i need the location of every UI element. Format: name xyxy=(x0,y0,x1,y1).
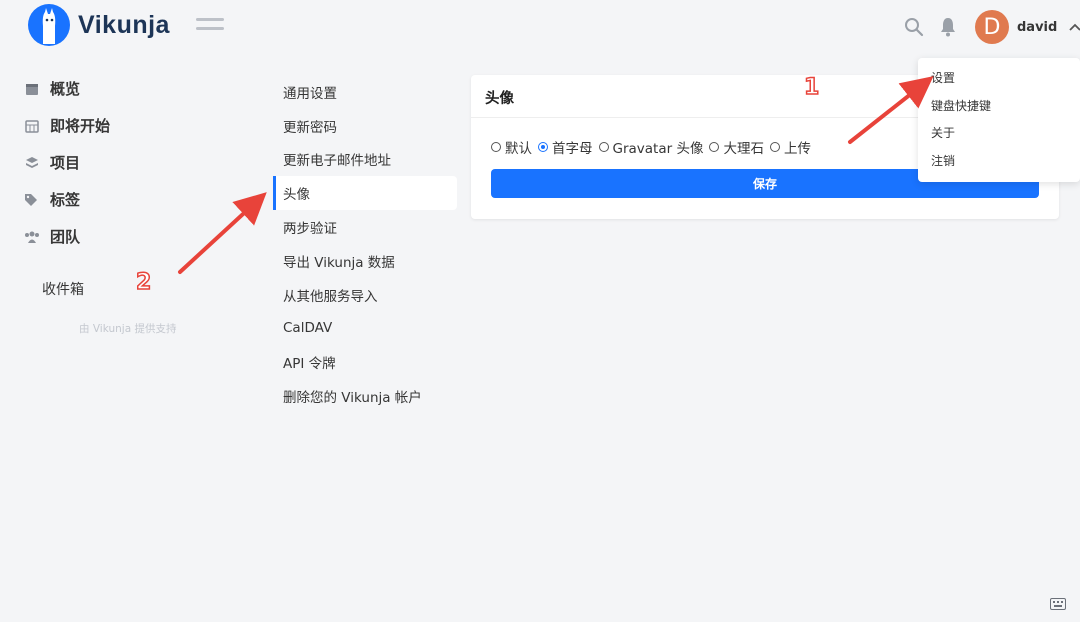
annotation-number-2: 2 xyxy=(135,269,152,296)
arrow-1 xyxy=(848,76,934,144)
annotation-arrows xyxy=(178,76,934,274)
annotation-number-1: 1 xyxy=(803,74,820,101)
keyboard-icon[interactable] xyxy=(1050,595,1066,610)
arrow-2 xyxy=(178,192,267,274)
